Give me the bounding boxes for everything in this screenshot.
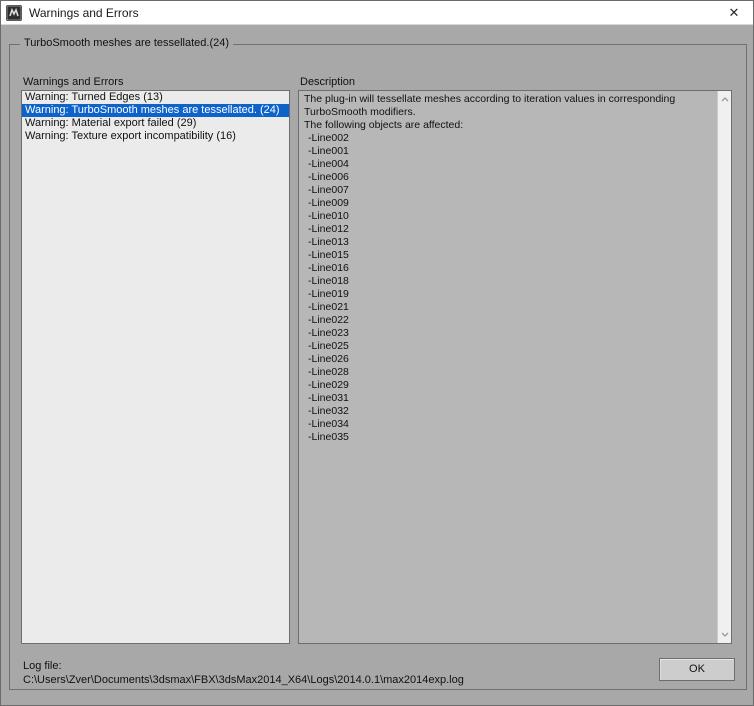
affected-object: -Line001: [308, 145, 349, 157]
warning-list-item[interactable]: Warning: Texture export incompatibility …: [22, 130, 289, 143]
affected-object: -Line029: [308, 379, 349, 391]
affected-object: -Line016: [308, 262, 349, 274]
affected-object: -Line015: [308, 249, 349, 261]
title-bar: Warnings and Errors ✕: [1, 1, 753, 25]
log-file-path: C:\Users\Zver\Documents\3dsmax\FBX\3dsMa…: [23, 674, 464, 686]
group-box-label: TurboSmooth meshes are tessellated.(24): [20, 37, 234, 49]
warnings-list[interactable]: Warning: Turned Edges (13) Warning: Turbo…: [21, 90, 290, 644]
affected-object: -Line006: [308, 171, 349, 183]
ok-button[interactable]: OK: [659, 658, 735, 681]
description-line: The following objects are affected:: [304, 119, 464, 131]
description-line: TurboSmooth modifiers.: [304, 106, 416, 118]
warning-list-item[interactable]: Warning: Material export failed (29): [22, 117, 289, 130]
affected-object: -Line026: [308, 353, 349, 365]
affected-object: -Line031: [308, 392, 349, 404]
warnings-and-errors-dialog: Warnings and Errors ✕ TurboSmooth meshes…: [0, 0, 754, 706]
description-box[interactable]: The plug-in will tessellate meshes accor…: [298, 90, 732, 644]
description-line: The plug-in will tessellate meshes accor…: [304, 93, 676, 105]
warning-list-item[interactable]: Warning: TurboSmooth meshes are tessella…: [22, 104, 289, 117]
app-icon: [6, 4, 22, 21]
scroll-up-icon[interactable]: [718, 92, 731, 107]
affected-object: -Line010: [308, 210, 349, 222]
affected-object: -Line022: [308, 314, 349, 326]
affected-object: -Line028: [308, 366, 349, 378]
affected-object: -Line013: [308, 236, 349, 248]
affected-object: -Line004: [308, 158, 349, 170]
affected-object: -Line007: [308, 184, 349, 196]
description-scrollbar[interactable]: [717, 91, 731, 643]
affected-object: -Line002: [308, 132, 349, 144]
description-panel-label: Description: [300, 76, 356, 88]
affected-object: -Line009: [308, 197, 349, 209]
affected-object: -Line023: [308, 327, 349, 339]
affected-object: -Line018: [308, 275, 349, 287]
affected-object: -Line025: [308, 340, 349, 352]
affected-object: -Line032: [308, 405, 349, 417]
description-text: The plug-in will tessellate meshes accor…: [304, 93, 715, 444]
affected-object: -Line035: [308, 431, 349, 443]
window-title: Warnings and Errors: [29, 5, 139, 20]
affected-object: -Line034: [308, 418, 349, 430]
log-file-label: Log file:: [23, 660, 62, 672]
warnings-panel-label: Warnings and Errors: [23, 76, 124, 88]
affected-object: -Line012: [308, 223, 349, 235]
affected-object: -Line021: [308, 301, 349, 313]
scroll-down-icon[interactable]: [718, 627, 731, 642]
affected-object: -Line019: [308, 288, 349, 300]
close-button[interactable]: ✕: [723, 4, 745, 22]
warning-list-item[interactable]: Warning: Turned Edges (13): [22, 91, 289, 104]
